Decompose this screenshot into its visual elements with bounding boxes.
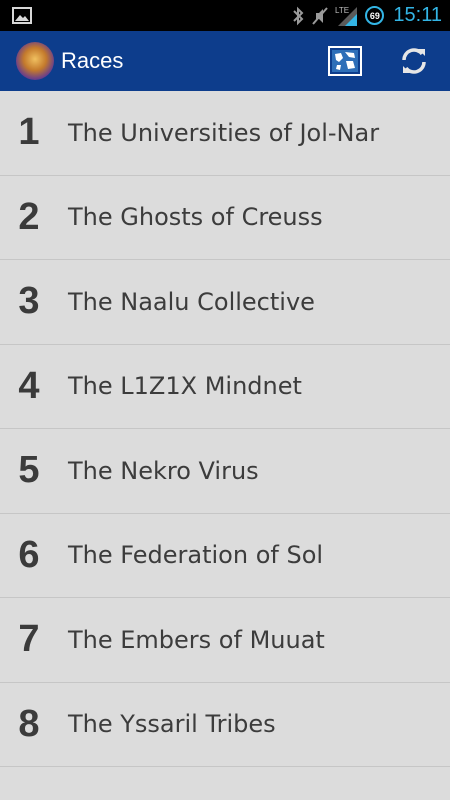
list-item-race[interactable]: 2 The Ghosts of Creuss (0, 176, 450, 260)
clock: 15:11 (393, 4, 442, 26)
status-icons: LTE 69 15:11 (291, 0, 442, 31)
race-name: The Embers of Muuat (68, 625, 325, 654)
app-logo-icon[interactable] (16, 42, 54, 80)
race-name: The Federation of Sol (68, 541, 324, 570)
race-number: 6 (18, 533, 40, 576)
race-name: The Universities of Jol-Nar (68, 118, 380, 147)
map-icon[interactable] (327, 44, 363, 78)
list-item-race[interactable]: 7 The Embers of Muuat (0, 598, 450, 683)
race-name: The Nekro Virus (68, 456, 259, 485)
list-item-race[interactable]: 3 The Naalu Collective (0, 260, 450, 345)
refresh-icon[interactable] (396, 43, 432, 79)
battery-level: 69 (369, 10, 380, 21)
list-item-race[interactable]: 8 The Yssaril Tribes (0, 683, 450, 767)
race-name: The Yssaril Tribes (68, 710, 276, 739)
race-number: 3 (18, 280, 40, 323)
race-number: 1 (18, 111, 40, 154)
race-number: 7 (18, 618, 40, 661)
race-name: The Ghosts of Creuss (68, 203, 323, 232)
status-bar: LTE 69 15:11 (0, 0, 450, 31)
action-bar: Races (0, 31, 450, 91)
list-item-race[interactable]: 6 The Federation of Sol (0, 514, 450, 598)
race-number: 4 (18, 364, 40, 407)
network-type: LTE (335, 6, 349, 15)
race-name: The Naalu Collective (68, 287, 315, 316)
races-list: 1 The Universities of Jol-Nar 2 The Ghos… (0, 91, 450, 767)
list-item-race[interactable]: 5 The Nekro Virus (0, 429, 450, 514)
race-number: 8 (18, 702, 40, 745)
race-number: 2 (18, 195, 40, 238)
bluetooth-icon (293, 6, 304, 25)
battery-icon: 69 (365, 6, 385, 25)
page-title: Races (61, 48, 124, 73)
mute-icon (312, 6, 329, 25)
race-name: The L1Z1X Mindnet (68, 372, 302, 401)
list-item-race[interactable]: 4 The L1Z1X Mindnet (0, 345, 450, 429)
race-number: 5 (18, 449, 40, 492)
signal-icon: LTE (335, 6, 358, 26)
gallery-icon (12, 7, 32, 24)
list-item-race[interactable]: 1 The Universities of Jol-Nar (0, 91, 450, 176)
